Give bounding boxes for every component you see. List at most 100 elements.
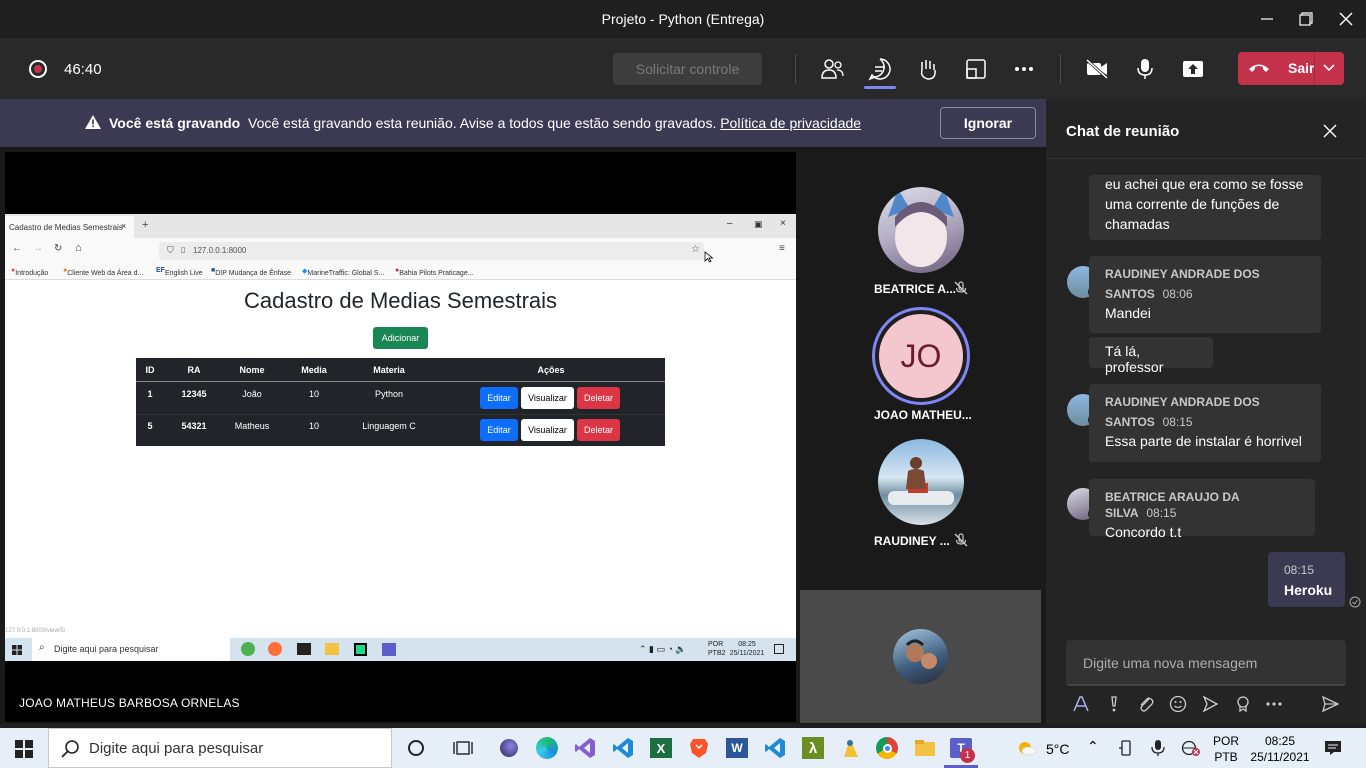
windows-start-icon[interactable]	[15, 740, 33, 758]
restore-icon[interactable]	[1293, 6, 1319, 32]
message-compose-input[interactable]: Digite uma nova mensagem	[1066, 640, 1346, 686]
participant-name: BEATRICE A...	[874, 282, 957, 296]
self-video-tile[interactable]	[800, 590, 1041, 723]
attach-icon[interactable]	[1136, 694, 1156, 714]
bookmark-item: ● Bahia Pilots Praticage...	[395, 267, 474, 277]
chat-message: BEATRICE ARAUJO DA SILVA 08:15 Concordo …	[1089, 479, 1315, 540]
microphone-icon[interactable]	[1131, 55, 1159, 83]
more-options-icon[interactable]	[1010, 55, 1038, 83]
microphone-tray-icon[interactable]	[1151, 739, 1165, 757]
teams-icon	[382, 643, 396, 656]
back-icon: ←	[12, 243, 22, 254]
teams-notification-badge: 1	[960, 748, 975, 763]
banner-title: Você está gravando	[109, 115, 241, 131]
close-icon[interactable]	[1333, 6, 1359, 32]
close-chat-icon[interactable]	[1323, 124, 1337, 138]
tray-icons: ⌃ ▮ ▭ ◔ 🔈	[639, 644, 687, 654]
table-header: Materia	[373, 365, 405, 375]
cortana-icon[interactable]	[404, 736, 428, 760]
chevron-down-icon[interactable]	[1323, 64, 1335, 72]
browser-restore-icon: ▣	[754, 219, 763, 229]
usb-icon[interactable]	[1119, 740, 1133, 756]
network-icon[interactable]	[1181, 740, 1201, 756]
cell-media: 10	[308, 421, 319, 431]
participants-icon[interactable]	[818, 55, 846, 83]
show-hidden-icons[interactable]: ⌃	[1087, 738, 1099, 755]
table-header: Ações	[537, 365, 565, 375]
leave-button[interactable]: Sair	[1238, 52, 1344, 85]
chat-icon[interactable]	[866, 55, 894, 83]
firefox-icon	[268, 642, 282, 656]
privacy-policy-link[interactable]: Política de privacidade	[720, 115, 861, 131]
grades-table: ID RA Nome Media Materia Ações 1 12345 J…	[136, 358, 665, 446]
praise-icon[interactable]	[1233, 694, 1253, 714]
pycharm-icon	[354, 643, 367, 656]
camera-off-icon[interactable]	[1083, 55, 1111, 83]
more-options-icon[interactable]	[1264, 694, 1284, 714]
visual-studio-icon[interactable]	[573, 736, 597, 760]
raise-hand-icon[interactable]	[914, 55, 942, 83]
weather-icon[interactable]	[1016, 739, 1038, 757]
lambda-app-icon[interactable]: λ	[801, 736, 825, 760]
vscode-icon[interactable]	[611, 736, 635, 760]
brave-icon[interactable]	[687, 736, 711, 760]
cell-materia: Linguagem C	[362, 421, 416, 431]
emoji-icon[interactable]	[1168, 694, 1188, 714]
table-divider	[136, 414, 665, 415]
toolbar-divider	[1060, 54, 1061, 84]
shared-browser-window: Cadastro de Medias Semestrais × + – ▣ × …	[5, 214, 796, 661]
message-text: Concordo t.t	[1105, 524, 1182, 540]
notification-center-icon[interactable]	[1324, 740, 1342, 756]
taskbar-search-input[interactable]: Digite aqui para pesquisar	[48, 728, 392, 768]
phone-hangup-icon	[1249, 64, 1269, 72]
eclipse-icon[interactable]	[497, 736, 521, 760]
status-url: 127.0.0.1:8000/view/5/	[5, 628, 66, 634]
shared-tray-clock: 08:25 25/11/2021	[729, 641, 765, 657]
bookmarks-bar: ● Introdução ● Cliente Web da Área d... …	[5, 264, 796, 280]
important-icon[interactable]	[1104, 694, 1124, 714]
participant-avatar-initials[interactable]: JO	[879, 314, 963, 398]
chat-panel: Chat de reunião eu achei que era como se…	[1046, 99, 1366, 724]
taskbar-clock[interactable]: 08:25 25/11/2021	[1248, 733, 1312, 765]
browser-menu-icon: ≡	[779, 243, 785, 254]
request-control-button[interactable]: Solicitar controle	[613, 53, 762, 85]
share-screen-icon[interactable]	[1179, 55, 1207, 83]
bookmark-item: ● Introdução	[11, 267, 49, 277]
language-indicator[interactable]: POR PTB	[1213, 733, 1239, 765]
dismiss-button[interactable]: Ignorar	[940, 107, 1036, 139]
format-icon[interactable]	[1071, 694, 1091, 714]
rooms-icon[interactable]	[962, 55, 990, 83]
file-explorer-icon[interactable]	[913, 736, 937, 760]
chrome-icon[interactable]	[875, 736, 899, 760]
page-icon: ▯	[181, 245, 186, 254]
url-text: 127.0.0.1:8000	[193, 246, 247, 255]
message-seen-icon	[1349, 596, 1361, 608]
send-icon[interactable]	[1320, 694, 1340, 714]
minimize-icon[interactable]	[1254, 6, 1280, 32]
edit-button: Editar	[480, 419, 518, 441]
message-time: 08:15	[1284, 563, 1315, 577]
participant-name: RAUDINEY ...	[874, 534, 950, 548]
participant-avatar[interactable]	[878, 439, 964, 525]
meeting-timer: 46:40	[64, 61, 102, 78]
shared-taskbar-search: ⌕ Digite aqui para pesquisar	[32, 638, 230, 661]
sender-name: SANTOS	[1105, 415, 1155, 429]
table-header: RA	[187, 365, 201, 375]
participant-avatar[interactable]	[878, 187, 964, 273]
presenter-name: JOAO MATHEUS BARBOSA ORNELAS	[19, 696, 240, 710]
task-view-icon[interactable]	[451, 736, 475, 760]
message-time: 08:15	[1146, 506, 1177, 520]
sender-name: SANTOS	[1105, 287, 1155, 301]
gif-icon[interactable]	[1200, 694, 1220, 714]
geogebra-icon[interactable]	[839, 736, 863, 760]
vscode-insiders-icon[interactable]	[763, 736, 787, 760]
excel-icon[interactable]: X	[649, 736, 673, 760]
weather-temperature[interactable]: 5°C	[1046, 741, 1070, 757]
browser-close-icon: ×	[780, 218, 786, 229]
word-icon[interactable]: W	[725, 736, 749, 760]
page-title: Cadastro de Medias Semestrais	[243, 288, 558, 313]
chat-active-indicator	[864, 86, 896, 89]
sender-name: RAUDINEY ANDRADE DOS	[1105, 395, 1260, 409]
shield-icon: ⛉	[167, 245, 174, 255]
edge-icon[interactable]	[535, 736, 559, 760]
